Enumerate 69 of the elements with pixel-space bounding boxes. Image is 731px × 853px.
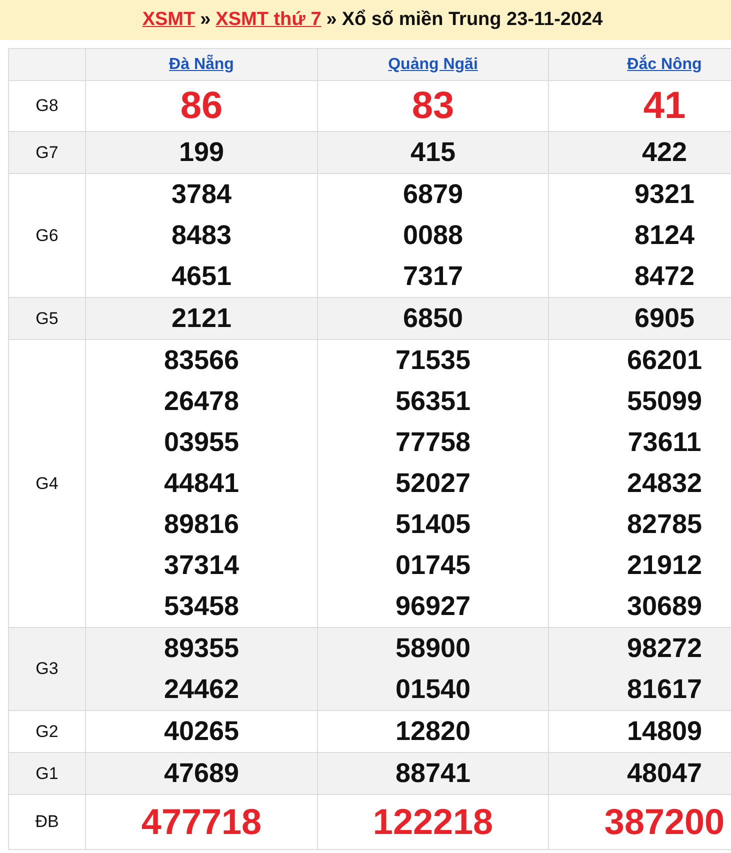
prize-label: G1 — [36, 764, 58, 782]
lottery-number: 9321 — [634, 179, 695, 210]
prize-label: G8 — [36, 96, 58, 115]
lottery-number: 56351 — [395, 386, 471, 417]
page-title: Xổ số miền Trung 23-11-2024 — [342, 9, 603, 31]
lottery-number: 122218 — [372, 801, 494, 843]
lottery-number: 3784 — [171, 179, 232, 210]
lottery-number: 83566 — [164, 345, 240, 376]
lottery-number: 77758 — [395, 427, 471, 458]
lottery-number: 6905 — [634, 303, 695, 334]
lottery-number: 7317 — [402, 261, 464, 292]
lottery-number: 96927 — [395, 591, 471, 622]
lottery-number: 14809 — [626, 716, 702, 747]
lottery-number: 422 — [642, 137, 688, 168]
province-link[interactable]: Đà Nẵng — [169, 56, 234, 72]
lottery-number: 199 — [178, 137, 224, 168]
lottery-number: 21912 — [626, 550, 702, 581]
prize-label: G4 — [36, 474, 58, 492]
lottery-number: 03955 — [164, 427, 240, 458]
lottery-number: 4651 — [171, 261, 232, 292]
lottery-number: 37314 — [164, 550, 240, 581]
lottery-number: 24832 — [626, 468, 702, 499]
lottery-number: 66201 — [626, 345, 702, 376]
lottery-number: 73611 — [628, 427, 702, 458]
lottery-number: 8124 — [634, 220, 695, 251]
prize-label: ĐB — [35, 812, 59, 831]
lottery-number: 55099 — [626, 386, 702, 417]
lottery-number: 01540 — [395, 674, 471, 705]
lottery-number: 8483 — [171, 220, 232, 251]
lottery-number: 86 — [180, 84, 223, 128]
lottery-number: 83 — [412, 84, 454, 128]
prize-label: G5 — [36, 308, 58, 328]
lottery-number: 41 — [643, 84, 686, 128]
prize-label: G2 — [36, 722, 58, 740]
lottery-number: 58900 — [395, 633, 471, 664]
lottery-number: 26478 — [164, 386, 240, 417]
lottery-number: 98272 — [626, 633, 702, 664]
lottery-number: 40265 — [164, 716, 240, 747]
breadcrumb-link[interactable]: XSMT thứ 7 — [216, 9, 322, 31]
lottery-number: 6879 — [402, 179, 464, 210]
lottery-number: 2121 — [171, 303, 232, 334]
prize-label: G7 — [36, 142, 58, 162]
lottery-number: 44841 — [164, 468, 240, 499]
lottery-number: 48047 — [626, 758, 702, 789]
lottery-number: 88741 — [395, 758, 471, 789]
breadcrumb-separator: » — [200, 9, 211, 31]
lottery-number: 82785 — [626, 509, 702, 540]
lottery-number: 52027 — [395, 468, 471, 499]
lottery-number: 47689 — [164, 758, 240, 789]
lottery-number: 415 — [410, 137, 456, 168]
lottery-number: 81617 — [626, 674, 702, 705]
prize-label: G3 — [36, 659, 58, 678]
lottery-number: 51405 — [395, 509, 471, 540]
lottery-number: 53458 — [164, 591, 240, 622]
lottery-number: 24462 — [164, 674, 240, 705]
lottery-number: 387200 — [604, 801, 725, 843]
prize-label: G6 — [36, 226, 58, 244]
lottery-number: 6850 — [402, 303, 464, 334]
lottery-number: 12820 — [395, 716, 471, 747]
lottery-number: 0088 — [402, 220, 464, 251]
lottery-number: 01745 — [395, 550, 471, 581]
lottery-number: 30689 — [626, 591, 702, 622]
lottery-number: 89355 — [164, 633, 240, 664]
lottery-number: 8472 — [634, 261, 695, 292]
lottery-number: 89816 — [164, 509, 240, 540]
lottery-number: 71535 — [395, 345, 471, 376]
breadcrumb-separator: » — [326, 9, 337, 31]
breadcrumb-link[interactable]: XSMT — [142, 9, 196, 31]
lottery-number: 477718 — [141, 801, 262, 843]
